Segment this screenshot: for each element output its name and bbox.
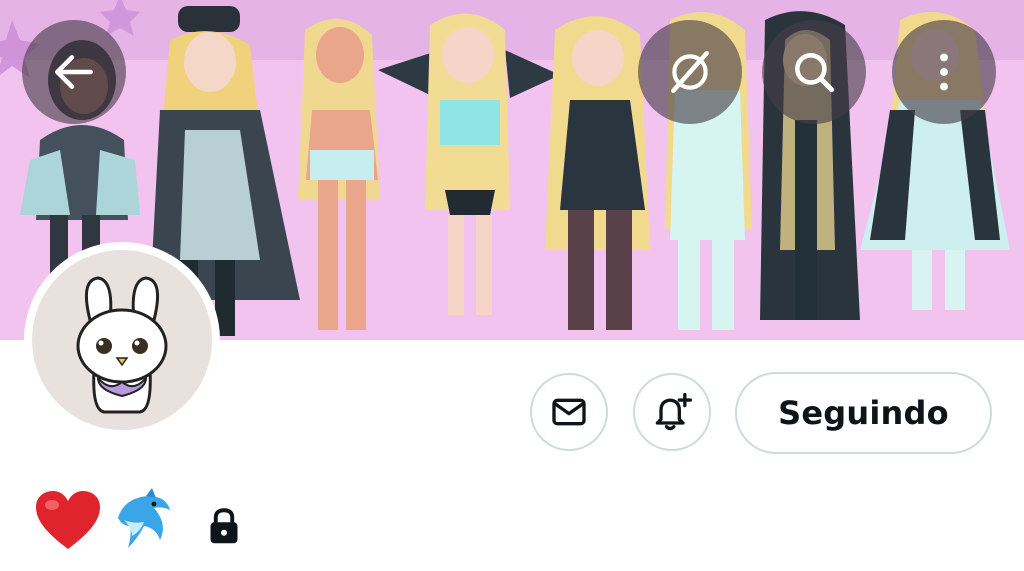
heart-icon — [36, 491, 100, 549]
bunny-avatar-illustration — [76, 276, 168, 414]
profile-avatar[interactable] — [24, 242, 220, 438]
more-vertical-icon — [940, 53, 948, 91]
display-name — [34, 486, 242, 556]
back-arrow-icon — [55, 55, 93, 89]
mail-icon — [552, 398, 586, 426]
dolphin-icon — [118, 488, 170, 548]
search-icon — [795, 53, 835, 93]
following-button-label: Seguindo — [778, 394, 949, 432]
more-options-button[interactable] — [892, 20, 996, 124]
back-button[interactable] — [22, 20, 126, 124]
search-button[interactable] — [762, 20, 866, 124]
notifications-button[interactable] — [633, 373, 711, 451]
lock-icon — [210, 508, 238, 544]
avatar-image — [32, 250, 212, 430]
message-button[interactable] — [530, 373, 608, 451]
bell-plus-icon — [655, 392, 692, 431]
grok-button[interactable] — [638, 20, 742, 124]
following-button[interactable]: Seguindo — [735, 372, 992, 454]
grok-icon — [671, 50, 709, 94]
